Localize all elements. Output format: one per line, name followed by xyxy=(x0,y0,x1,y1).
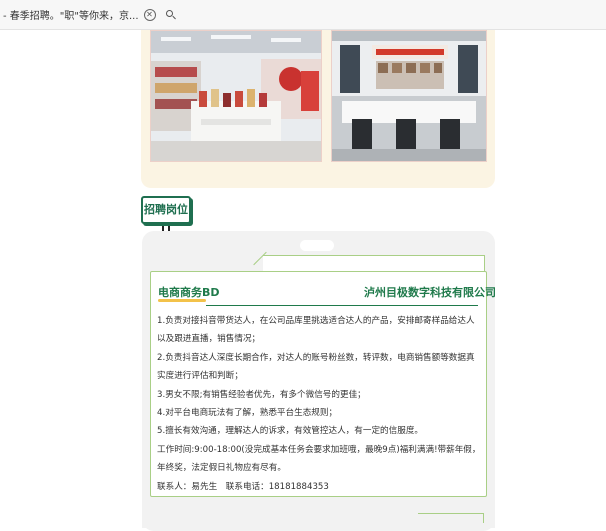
office-meeting-photo xyxy=(331,30,487,162)
duty-line-1: 1.负责对接抖音带货达人，在公司品库里挑选适合达人的产品，安排邮寄样品给达人以及… xyxy=(157,316,475,345)
title-divider xyxy=(206,305,478,306)
company-name: 泸州目极数字科技有限公司 xyxy=(364,286,496,299)
next-job-card-tab xyxy=(418,513,484,523)
requirement-line-5: 5.擅长有效沟通，理解达人的诉求，有效管控达人，有一定的信服度。 xyxy=(157,426,424,437)
requirement-line-4: 4.对平台电商玩法有了解，熟悉平台生态规则； xyxy=(157,408,338,419)
duty-line-2: 2.负责抖音达人深度长期合作，对达人的账号粉丝数，转评数，电商销售额等数据真实度… xyxy=(157,352,475,382)
job-title-underline xyxy=(158,299,206,302)
section-badge: 招聘岗位 xyxy=(141,196,191,224)
close-icon[interactable]: ✕ xyxy=(143,8,156,21)
card-notch xyxy=(300,240,334,251)
job-description: 1.负责对接抖音带货达人，在公司品库里挑选适合达人的产品，安排邮寄样品给达人以及… xyxy=(157,312,481,496)
requirement-line-3: 3.男女不限;有销售经验者优先，有多个微信号的更佳； xyxy=(157,389,366,400)
tab-title[interactable]: - 春季招聘。"职"等你来，京... xyxy=(3,7,139,22)
work-hours-line: 工作时间:9:00-18:00(没完成基本任务会要求加班哦，最晚9点)福利满满!… xyxy=(157,444,481,474)
job-title: 电商商务BD xyxy=(158,286,220,299)
search-icon[interactable] xyxy=(165,9,177,21)
store-display-photo xyxy=(150,30,322,162)
browser-tab-bar: - 春季招聘。"职"等你来，京... ✕ xyxy=(0,0,606,30)
contact-line: 联系人：易先生 联系电话：18181884353 xyxy=(157,481,329,492)
photo-panel xyxy=(141,30,495,188)
